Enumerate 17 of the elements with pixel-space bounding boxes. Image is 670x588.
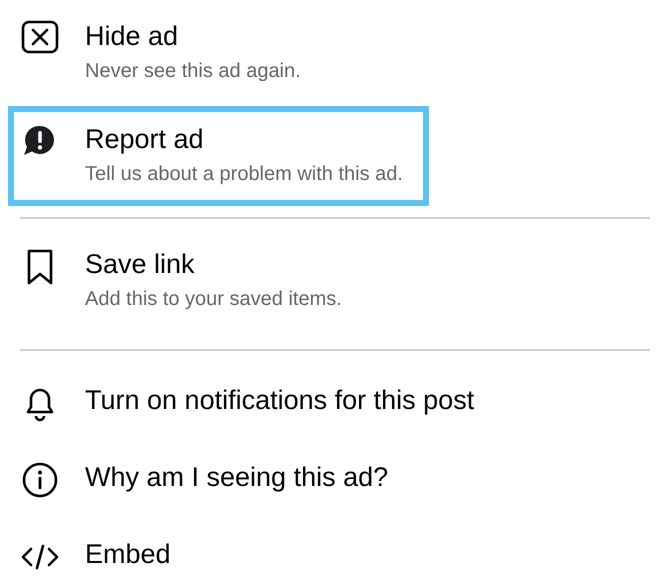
item-title: Save link — [85, 248, 195, 281]
info-icon — [20, 460, 60, 500]
item-title: Why am I seeing this ad? — [85, 461, 388, 494]
close-icon — [20, 19, 60, 55]
menu-item[interactable]: Save link Add this to your saved items. — [8, 231, 368, 331]
menu-item[interactable]: Why am I seeing this ad? — [8, 444, 414, 518]
highlighted-menu-item[interactable]: Report ad Tell us about a problem with this ad. — [8, 106, 429, 206]
item-title: Turn on notifications for this post — [85, 384, 474, 417]
item-title: Hide ad — [85, 20, 178, 53]
menu-item[interactable]: Turn on notifications for this post — [8, 367, 500, 441]
item-title: Embed — [85, 538, 171, 571]
menu-item[interactable]: Hide ad Never see this ad again. — [8, 3, 327, 103]
item-description: Never see this ad again. — [85, 59, 301, 84]
item-description: Add this to your saved items. — [85, 287, 342, 312]
item-description: Tell us about a problem with this ad. — [85, 162, 403, 187]
item-title: Report ad — [85, 123, 204, 156]
menu-item[interactable]: Embed — [8, 521, 197, 588]
